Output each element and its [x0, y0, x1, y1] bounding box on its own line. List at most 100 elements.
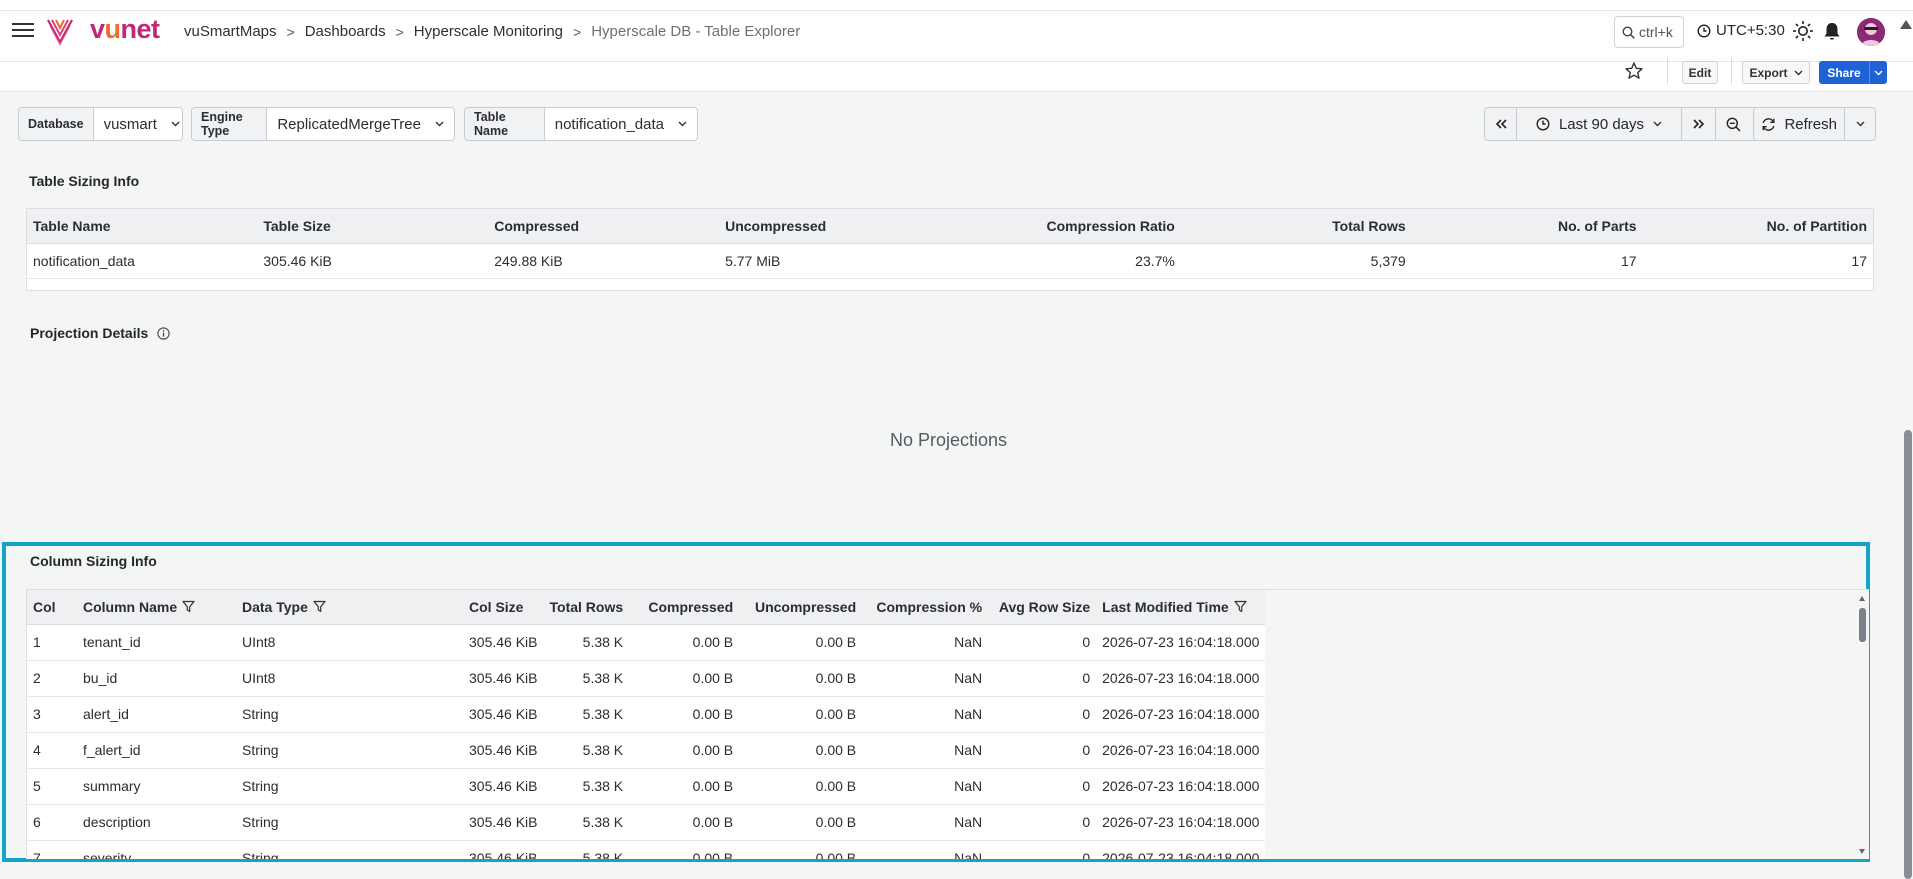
search-button[interactable]: ctrl+k [1614, 16, 1684, 48]
table-cell: 0 [988, 732, 1097, 769]
star-icon[interactable] [1624, 61, 1644, 81]
bell-icon[interactable] [1822, 21, 1842, 42]
filter-icon[interactable] [313, 600, 326, 613]
table-cell: 0.00 B [629, 660, 740, 697]
double-chevron-left-icon[interactable] [1485, 108, 1517, 140]
table-scrollbar-thumb[interactable] [1859, 608, 1866, 642]
avatar[interactable] [1857, 18, 1885, 46]
column-header[interactable]: Uncompressed [719, 208, 950, 244]
column-header[interactable]: Compressed [629, 590, 740, 625]
column-header[interactable]: No. of Partition [1642, 208, 1874, 244]
projection-details-title: Projection Details [30, 325, 149, 341]
table-cell: alert_id [77, 696, 236, 733]
table-cell: String [236, 768, 463, 805]
breadcrumb-item-dashboards[interactable]: Dashboards [305, 23, 386, 40]
table-row[interactable]: 3 alert_id String 305.46 KiB 5.38 K 0.00 B 0.0… [27, 696, 1266, 733]
breadcrumb-item-vusmartmaps[interactable]: vuSmartMaps [184, 23, 277, 40]
column-header-data-type[interactable]: Data Type [236, 590, 463, 625]
table-spacer-row [27, 279, 1874, 291]
engine-type-select[interactable]: ReplicatedMergeTree [267, 108, 454, 140]
export-label: Export [1749, 65, 1788, 80]
clock-icon [1536, 117, 1550, 131]
breadcrumb-separator: > [286, 23, 295, 40]
table-cell: NaN [862, 804, 989, 841]
time-range-picker[interactable]: Last 90 days [1517, 108, 1682, 140]
menu-icon[interactable] [12, 21, 36, 41]
column-header[interactable]: Table Size [257, 208, 489, 244]
timezone-button[interactable]: UTC+5:30 [1697, 22, 1785, 39]
column-sizing-table: Col Column Name Data Type Col Size Total… [27, 590, 1266, 859]
engine-type-filter[interactable]: Engine Type ReplicatedMergeTree [191, 107, 455, 141]
column-header[interactable]: Compressed [488, 208, 720, 244]
table-cell: 305.46 KiB [463, 660, 544, 697]
zoom-out-icon[interactable] [1716, 108, 1750, 140]
table-cell: 0.00 B [629, 768, 740, 805]
table-row[interactable]: 4 f_alert_id String 305.46 KiB 5.38 K 0.00 B0… [27, 732, 1266, 769]
table-cell: 2 [27, 660, 77, 697]
table-row[interactable]: 2 bu_id UInt8 305.46 KiB 5.38 K 0.00 B 0.00 BN… [27, 660, 1266, 697]
table-cell: 5,379 [1180, 243, 1412, 279]
table-cell: 0 [988, 840, 1097, 859]
chevron-down-icon[interactable] [1845, 108, 1875, 140]
edit-button[interactable]: Edit [1682, 61, 1718, 84]
breadcrumb-item-hyperscale-monitoring[interactable]: Hyperscale Monitoring [414, 23, 563, 40]
table-cell: 2026-07-23 16:04:18.000 [1096, 624, 1266, 661]
database-filter[interactable]: Database vusmart [18, 107, 183, 141]
table-row[interactable]: 5 summary String 305.46 KiB 5.38 K 0.00 B 0.00… [27, 768, 1266, 805]
column-header[interactable]: No. of Parts [1411, 208, 1643, 244]
export-button[interactable]: Export [1742, 61, 1810, 84]
table-row: notification_data 305.46 KiB 249.88 KiB … [26, 243, 1874, 279]
table-cell: f_alert_id [77, 732, 236, 769]
table-name-filter[interactable]: Table Name notification_data [464, 107, 698, 141]
column-sizing-table-container[interactable]: Col Column Name Data Type Col Size Total… [26, 589, 1869, 859]
column-header[interactable]: Uncompressed [739, 590, 863, 625]
table-row[interactable]: 6 description String 305.46 KiB 5.38 K 0.00 B… [27, 804, 1266, 841]
column-header[interactable]: Total Rows [543, 590, 630, 625]
page-scrollbar-thumb[interactable] [1904, 430, 1912, 879]
refresh-button[interactable]: Refresh [1754, 108, 1846, 140]
chevron-down-icon [1794, 70, 1803, 76]
double-chevron-right-icon[interactable] [1682, 108, 1716, 140]
info-icon[interactable] [157, 326, 170, 340]
column-header[interactable]: Col Size [463, 590, 544, 625]
chevron-down-icon [678, 121, 687, 127]
column-header[interactable]: Total Rows [1180, 208, 1412, 244]
table-cell: 249.88 KiB [488, 243, 720, 279]
search-shortcut: ctrl+k [1639, 24, 1673, 40]
table-cell: 6 [27, 804, 77, 841]
table-name-value: notification_data [554, 115, 664, 133]
table-cell: 305.46 KiB [463, 732, 544, 769]
search-icon [1622, 25, 1635, 39]
chevron-down-icon[interactable] [1869, 61, 1887, 84]
filter-icon[interactable] [182, 600, 195, 613]
table-cell: 2026-07-23 16:04:18.000 [1096, 840, 1266, 859]
column-header[interactable]: Compression % [862, 590, 989, 625]
breadcrumb-current-page: Hyperscale DB - Table Explorer [591, 23, 801, 40]
filter-icon[interactable] [1234, 600, 1247, 613]
table-cell: 0.00 B [739, 768, 863, 805]
table-row[interactable]: 7 severity String 305.46 KiB 5.38 K 0.00 B 0.0… [27, 840, 1266, 859]
table-cell: 0 [988, 768, 1097, 805]
table-sizing-title: Table Sizing Info [29, 173, 140, 189]
table-cell: String [236, 804, 463, 841]
breadcrumb-separator: > [395, 23, 404, 40]
share-button[interactable]: Share [1819, 61, 1887, 84]
sun-icon[interactable] [1792, 20, 1814, 42]
page-scroll-up-icon[interactable] [1900, 20, 1912, 29]
column-header-label: Column Name [83, 598, 178, 615]
table-cell: severity [77, 840, 236, 859]
table-cell: tenant_id [77, 624, 236, 661]
table-cell: description [77, 804, 236, 841]
table-name-select[interactable]: notification_data [545, 108, 697, 140]
table-cell: 305.46 KiB [463, 624, 544, 661]
table-cell: 17 [1411, 243, 1643, 279]
column-header-last-modified[interactable]: Last Modified Time [1096, 590, 1266, 625]
database-select[interactable]: vusmart [94, 108, 182, 140]
column-header-column-name[interactable]: Column Name [77, 590, 236, 625]
column-header[interactable]: Avg Row Size [988, 590, 1097, 625]
table-row[interactable]: 1 tenant_id UInt8 305.46 KiB 5.38 K 0.00 B 0.0… [27, 624, 1266, 661]
column-header[interactable]: Compression Ratio [949, 208, 1181, 244]
column-header[interactable]: Table Name [26, 208, 258, 244]
column-header[interactable]: Col [27, 590, 77, 625]
logo-text[interactable]: vunet [90, 14, 160, 45]
